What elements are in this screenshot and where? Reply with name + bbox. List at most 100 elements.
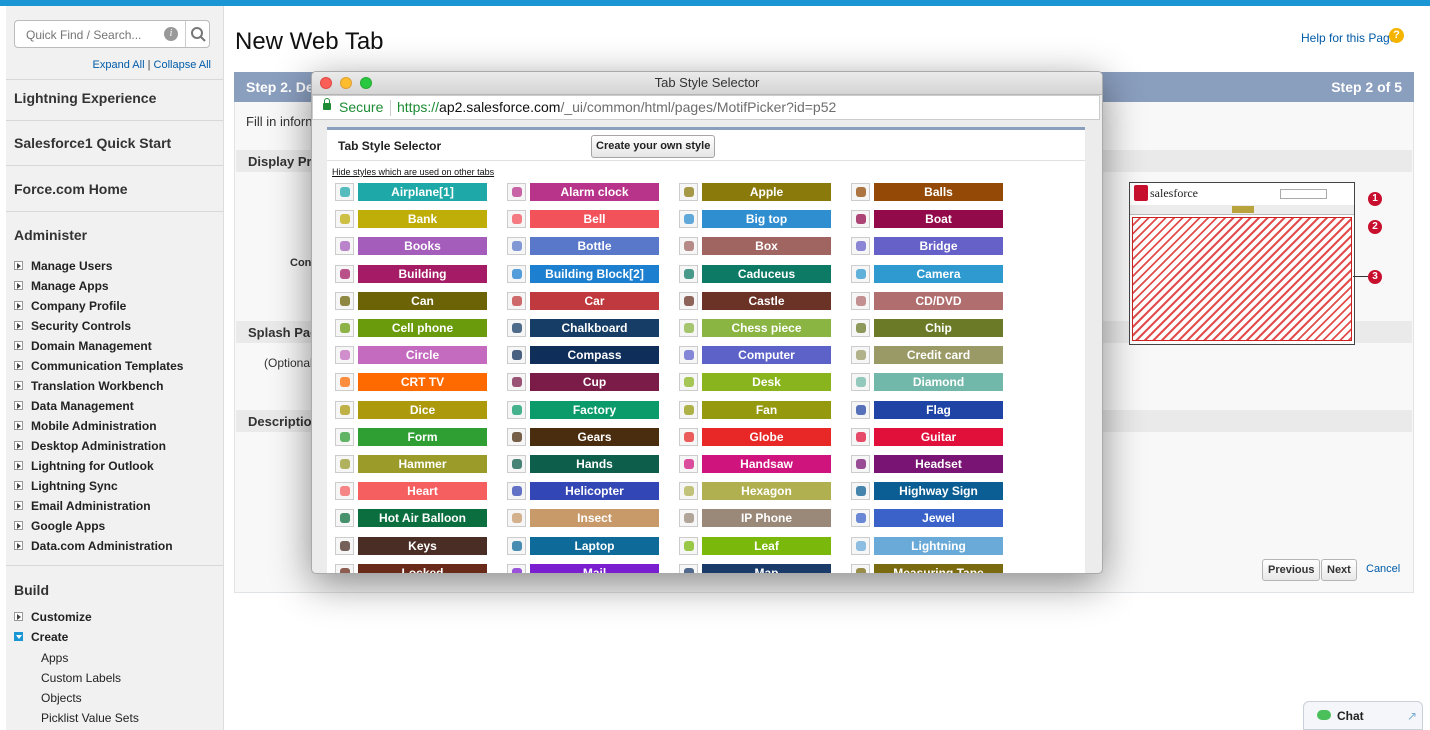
style-option-hands[interactable]: Hands bbox=[507, 454, 660, 474]
section-force-home[interactable]: Force.com Home bbox=[6, 166, 223, 212]
style-option-building[interactable]: Building bbox=[335, 264, 488, 284]
style-option-compass[interactable]: Compass bbox=[507, 345, 660, 365]
help-link[interactable]: Help for this Page bbox=[1301, 31, 1396, 45]
next-button[interactable]: Next bbox=[1321, 559, 1357, 581]
address-bar[interactable]: Secure https://ap2.salesforce.com/_ui/co… bbox=[312, 95, 1100, 120]
style-option-laptop[interactable]: Laptop bbox=[507, 536, 660, 556]
style-option-headset[interactable]: Headset bbox=[851, 454, 1004, 474]
minimize-window-icon[interactable] bbox=[340, 77, 352, 89]
style-option-bridge[interactable]: Bridge bbox=[851, 236, 1004, 256]
style-option-computer[interactable]: Computer bbox=[679, 345, 832, 365]
style-option-helicopter[interactable]: Helicopter bbox=[507, 481, 660, 501]
salesforce1-link[interactable]: Salesforce1 Quick Start bbox=[14, 135, 171, 151]
nav-google-apps[interactable]: Google Apps bbox=[14, 516, 183, 536]
nav-data-management[interactable]: Data Management bbox=[14, 396, 183, 416]
style-option-building-block-2[interactable]: Building Block[2] bbox=[507, 264, 660, 284]
style-option-measuring-tape[interactable]: Measuring Tape bbox=[851, 563, 1004, 573]
style-option-circle[interactable]: Circle bbox=[335, 345, 488, 365]
style-option-hexagon[interactable]: Hexagon bbox=[679, 481, 832, 501]
quick-find-input[interactable] bbox=[24, 27, 163, 43]
style-option-chip[interactable]: Chip bbox=[851, 318, 1004, 338]
style-option-airplane-1[interactable]: Airplane[1] bbox=[335, 182, 488, 202]
style-option-big-top[interactable]: Big top bbox=[679, 209, 832, 229]
nav-email-administration[interactable]: Email Administration bbox=[14, 496, 183, 516]
hide-used-styles-link[interactable]: Hide styles which are used on other tabs bbox=[332, 167, 494, 177]
nav-manage-users[interactable]: Manage Users bbox=[14, 256, 183, 276]
expand-arrow-icon[interactable]: ↗ bbox=[1407, 709, 1417, 723]
style-option-map[interactable]: Map bbox=[679, 563, 832, 573]
style-option-cell-phone[interactable]: Cell phone bbox=[335, 318, 488, 338]
style-option-locked[interactable]: Locked bbox=[335, 563, 488, 573]
search-button[interactable] bbox=[185, 21, 211, 47]
style-option-highway-sign[interactable]: Highway Sign bbox=[851, 481, 1004, 501]
style-option-flag[interactable]: Flag bbox=[851, 400, 1004, 420]
nav-create[interactable]: Create bbox=[14, 627, 139, 647]
create-your-own-style-button[interactable]: Create your own style bbox=[591, 135, 716, 158]
nav-picklist-value-sets[interactable]: Picklist Value Sets bbox=[6, 708, 139, 728]
nav-apps[interactable]: Apps bbox=[6, 648, 139, 668]
style-option-ip-phone[interactable]: IP Phone bbox=[679, 508, 832, 528]
style-option-castle[interactable]: Castle bbox=[679, 291, 832, 311]
style-option-credit-card[interactable]: Credit card bbox=[851, 345, 1004, 365]
style-option-form[interactable]: Form bbox=[335, 427, 488, 447]
nav-datacom-administration[interactable]: Data.com Administration bbox=[14, 536, 183, 556]
style-option-caduceus[interactable]: Caduceus bbox=[679, 264, 832, 284]
style-option-bell[interactable]: Bell bbox=[507, 209, 660, 229]
maximize-window-icon[interactable] bbox=[360, 77, 372, 89]
nav-translation-workbench[interactable]: Translation Workbench bbox=[14, 376, 183, 396]
style-option-keys[interactable]: Keys bbox=[335, 536, 488, 556]
section-lightning-experience[interactable]: Lightning Experience bbox=[6, 79, 223, 121]
info-icon[interactable]: i bbox=[164, 27, 178, 41]
nav-manage-apps[interactable]: Manage Apps bbox=[14, 276, 183, 296]
style-option-crt-tv[interactable]: CRT TV bbox=[335, 372, 488, 392]
nav-lightning-sync[interactable]: Lightning Sync bbox=[14, 476, 183, 496]
close-window-icon[interactable] bbox=[320, 77, 332, 89]
style-option-handsaw[interactable]: Handsaw bbox=[679, 454, 832, 474]
style-option-bottle[interactable]: Bottle bbox=[507, 236, 660, 256]
style-option-lightning[interactable]: Lightning bbox=[851, 536, 1004, 556]
style-option-factory[interactable]: Factory bbox=[507, 400, 660, 420]
nav-mobile-administration[interactable]: Mobile Administration bbox=[14, 416, 183, 436]
nav-custom-labels[interactable]: Custom Labels bbox=[6, 668, 139, 688]
collapse-all-link[interactable]: Collapse All bbox=[154, 59, 211, 71]
style-option-car[interactable]: Car bbox=[507, 291, 660, 311]
nav-domain-management[interactable]: Domain Management bbox=[14, 336, 183, 356]
style-option-mail[interactable]: Mail bbox=[507, 563, 660, 573]
url-text[interactable]: https://ap2.salesforce.com/_ui/common/ht… bbox=[397, 99, 836, 115]
force-home-link[interactable]: Force.com Home bbox=[14, 181, 128, 197]
style-option-chalkboard[interactable]: Chalkboard bbox=[507, 318, 660, 338]
lightning-experience-link[interactable]: Lightning Experience bbox=[14, 90, 156, 106]
nav-security-controls[interactable]: Security Controls bbox=[14, 316, 183, 336]
chat-widget[interactable]: Chat ↗ bbox=[1303, 701, 1423, 730]
style-option-alarm-clock[interactable]: Alarm clock bbox=[507, 182, 660, 202]
style-option-balls[interactable]: Balls bbox=[851, 182, 1004, 202]
style-option-insect[interactable]: Insect bbox=[507, 508, 660, 528]
section-salesforce1[interactable]: Salesforce1 Quick Start bbox=[6, 120, 223, 166]
nav-desktop-administration[interactable]: Desktop Administration bbox=[14, 436, 183, 456]
style-option-bank[interactable]: Bank bbox=[335, 209, 488, 229]
nav-lightning-for-outlook[interactable]: Lightning for Outlook bbox=[14, 456, 183, 476]
nav-objects[interactable]: Objects bbox=[6, 688, 139, 708]
style-option-cup[interactable]: Cup bbox=[507, 372, 660, 392]
style-option-leaf[interactable]: Leaf bbox=[679, 536, 832, 556]
style-option-gears[interactable]: Gears bbox=[507, 427, 660, 447]
style-option-boat[interactable]: Boat bbox=[851, 209, 1004, 229]
expand-all-link[interactable]: Expand All bbox=[93, 59, 145, 71]
style-option-box[interactable]: Box bbox=[679, 236, 832, 256]
nav-customize[interactable]: Customize bbox=[14, 607, 139, 627]
style-option-jewel[interactable]: Jewel bbox=[851, 508, 1004, 528]
style-option-apple[interactable]: Apple bbox=[679, 182, 832, 202]
help-icon[interactable]: ? bbox=[1389, 28, 1404, 43]
style-option-fan[interactable]: Fan bbox=[679, 400, 832, 420]
style-option-desk[interactable]: Desk bbox=[679, 372, 832, 392]
style-option-hot-air-balloon[interactable]: Hot Air Balloon bbox=[335, 508, 488, 528]
nav-company-profile[interactable]: Company Profile bbox=[14, 296, 183, 316]
style-option-can[interactable]: Can bbox=[335, 291, 488, 311]
previous-button[interactable]: Previous bbox=[1262, 559, 1321, 581]
style-option-cd-dvd[interactable]: CD/DVD bbox=[851, 291, 1004, 311]
cancel-link[interactable]: Cancel bbox=[1366, 563, 1400, 575]
style-option-heart[interactable]: Heart bbox=[335, 481, 488, 501]
style-option-dice[interactable]: Dice bbox=[335, 400, 488, 420]
style-option-guitar[interactable]: Guitar bbox=[851, 427, 1004, 447]
style-option-chess-piece[interactable]: Chess piece bbox=[679, 318, 832, 338]
